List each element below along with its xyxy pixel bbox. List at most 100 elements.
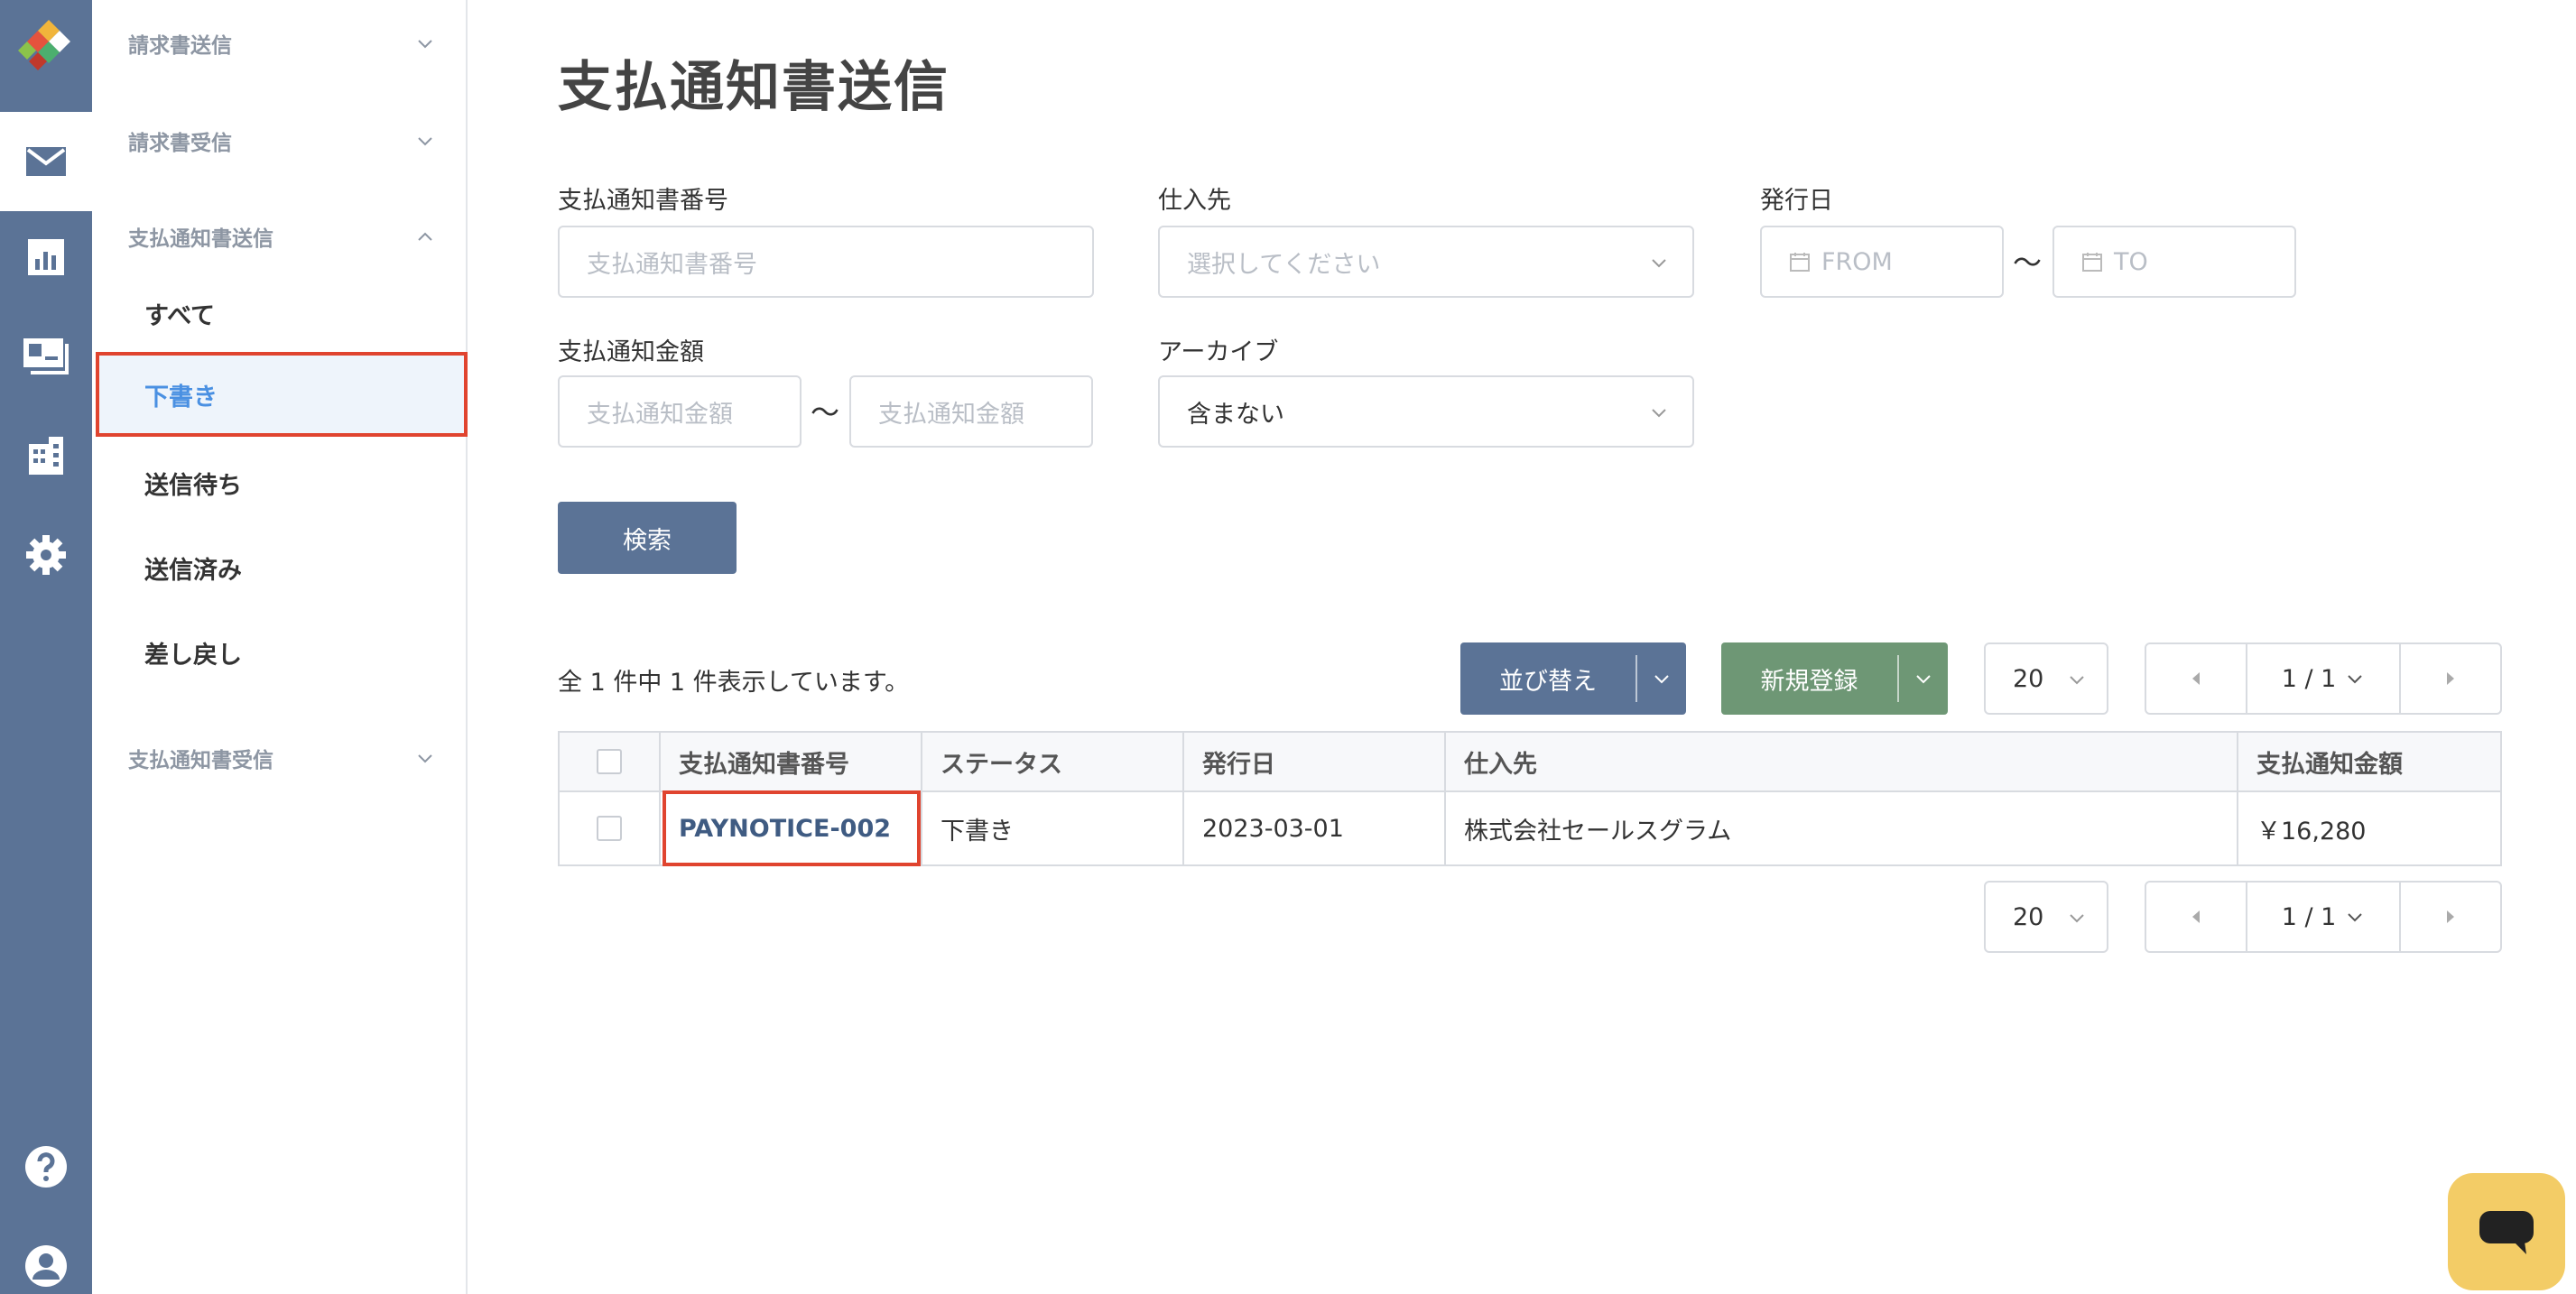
notice-number-label: 支払通知書番号 — [558, 187, 728, 215]
rail-account[interactable] — [0, 1216, 92, 1294]
building-icon — [29, 437, 63, 475]
sidebar-item-draft[interactable]: 下書き — [96, 352, 468, 437]
notice-number-input[interactable]: 支払通知書番号 — [558, 226, 1094, 298]
date-from-placeholder: FROM — [1821, 247, 1893, 276]
caret-left-icon — [2192, 910, 2200, 923]
pagination: 1 / 1 — [2145, 642, 2502, 715]
rail-settings[interactable] — [0, 505, 92, 605]
result-count-text: 全 1 件中 1 件表示しています。 — [558, 669, 910, 697]
archive-select[interactable]: 含まない — [1158, 375, 1694, 448]
chevron-down-icon — [418, 40, 432, 49]
amount-cell: ￥16,280 — [2256, 817, 2367, 846]
supplier-placeholder: 選択してください — [1187, 250, 1381, 279]
amount-min-placeholder: 支払通知金額 — [587, 400, 733, 429]
row-checkbox[interactable] — [597, 816, 622, 841]
notice-number-link[interactable]: PAYNOTICE-002 — [663, 790, 921, 866]
notice-number-placeholder: 支払通知書番号 — [587, 250, 757, 279]
rail-help[interactable] — [0, 1117, 92, 1216]
prev-page-button[interactable] — [2146, 883, 2246, 951]
sidebar-item-label: すべて — [144, 301, 216, 330]
sidebar-item-pending[interactable]: 送信待ち — [96, 440, 468, 525]
nav-group-label: 支払通知書送信 — [128, 227, 273, 251]
caret-right-icon — [2447, 910, 2454, 923]
column-header[interactable]: 支払通知金額 — [2238, 733, 2500, 790]
chevron-down-icon — [2348, 675, 2363, 684]
caret-right-icon — [2447, 672, 2454, 685]
chevron-down-icon — [1652, 409, 1666, 418]
page-title: 支払通知書送信 — [558, 56, 950, 119]
new-register-dropdown-toggle[interactable] — [1897, 655, 1948, 702]
sidebar-item-sent[interactable]: 送信済み — [96, 525, 468, 610]
mail-icon — [26, 147, 66, 176]
select-all-cell — [560, 733, 661, 790]
issue-date-label: 発行日 — [1760, 187, 1833, 215]
rail-report[interactable] — [0, 208, 92, 307]
column-header[interactable]: 発行日 — [1184, 733, 1446, 790]
amount-range-tilde: 〜 — [811, 395, 840, 430]
logo-icon — [18, 20, 70, 70]
archive-label: アーカイブ — [1158, 338, 1279, 366]
amount-min-input[interactable]: 支払通知金額 — [558, 375, 802, 448]
select-all-checkbox[interactable] — [597, 749, 622, 774]
rail-company[interactable] — [0, 406, 92, 505]
prev-page-button[interactable] — [2146, 644, 2246, 713]
sidebar-item-label: 差し戻し — [144, 641, 242, 670]
sidebar-item-label: 送信済み — [144, 556, 242, 585]
page-indicator: 1 / 1 — [2281, 664, 2337, 693]
notice-number-cell: PAYNOTICE-002 — [661, 790, 922, 866]
rail-mail[interactable] — [0, 112, 92, 211]
per-page-value: 20 — [2013, 664, 2044, 693]
column-header[interactable]: 支払通知書番号 — [661, 733, 922, 790]
date-to-placeholder: TO — [2114, 247, 2148, 276]
nav-group-paynotice-send[interactable]: 支払通知書送信 — [128, 209, 435, 263]
table-row[interactable]: PAYNOTICE-002 下書き 2023-03-01 株式会社セールスグラム… — [560, 790, 2500, 866]
chevron-up-icon — [418, 232, 432, 241]
chevron-down-icon — [1916, 675, 1931, 684]
nav-group-invoice-send[interactable]: 請求書送信 — [128, 16, 435, 70]
sidebar-item-label: 送信待ち — [144, 471, 242, 500]
table-header-row: 支払通知書番号 ステータス 発行日 仕入先 支払通知金額 — [560, 733, 2500, 792]
sidebar-item-returned[interactable]: 差し戻し — [96, 610, 468, 695]
new-register-label: 新規登録 — [1760, 667, 1858, 696]
per-page-select[interactable]: 20 — [1984, 642, 2108, 715]
logo[interactable] — [0, 0, 92, 112]
amount-max-input[interactable]: 支払通知金額 — [849, 375, 1093, 448]
user-icon — [25, 1245, 67, 1287]
per-page-value: 20 — [2013, 902, 2044, 931]
gear-icon — [26, 535, 66, 575]
status-cell: 下書き — [922, 792, 1184, 864]
column-header[interactable]: ステータス — [922, 733, 1184, 790]
caret-left-icon — [2192, 672, 2200, 685]
row-select-cell — [560, 792, 661, 864]
archive-value: 含まない — [1187, 400, 1284, 429]
sub-sidebar: 請求書送信 請求書受信 支払通知書送信 すべて 下書き 送信待ち 送信済み 差し… — [92, 0, 468, 1294]
chat-icon — [2479, 1211, 2534, 1254]
column-header[interactable]: 仕入先 — [1446, 733, 2238, 790]
issue-date-cell: 2023-03-01 — [1184, 792, 1446, 864]
icon-rail — [0, 0, 92, 1294]
rail-payment[interactable] — [0, 307, 92, 406]
sidebar-item-all[interactable]: すべて — [96, 271, 468, 356]
search-button[interactable]: 検索 — [558, 502, 737, 574]
next-page-button[interactable] — [2401, 883, 2500, 951]
page-select[interactable]: 1 / 1 — [2246, 883, 2401, 951]
new-register-button[interactable]: 新規登録 — [1721, 642, 1948, 715]
sort-dropdown-toggle[interactable] — [1635, 655, 1686, 702]
date-from-input[interactable]: FROM — [1760, 226, 2004, 298]
date-to-input[interactable]: TO — [2052, 226, 2296, 298]
chevron-down-icon — [2070, 914, 2084, 923]
page-indicator: 1 / 1 — [2281, 902, 2337, 931]
chevron-down-icon — [1652, 259, 1666, 268]
nav-group-paynotice-receive[interactable]: 支払通知書受信 — [128, 731, 435, 785]
calendar-icon — [2082, 253, 2102, 272]
date-range-tilde: 〜 — [2013, 245, 2043, 280]
nav-group-invoice-receive[interactable]: 請求書受信 — [128, 114, 435, 168]
page-select[interactable]: 1 / 1 — [2246, 644, 2401, 713]
notices-table: 支払通知書番号 ステータス 発行日 仕入先 支払通知金額 PAYNOTICE-0… — [558, 731, 2502, 866]
nav-group-label: 請求書受信 — [128, 132, 232, 155]
per-page-select-bottom[interactable]: 20 — [1984, 881, 2108, 953]
supplier-select[interactable]: 選択してください — [1158, 226, 1694, 298]
chat-widget-button[interactable] — [2448, 1173, 2565, 1290]
sort-button[interactable]: 並び替え — [1460, 642, 1686, 715]
next-page-button[interactable] — [2401, 644, 2500, 713]
